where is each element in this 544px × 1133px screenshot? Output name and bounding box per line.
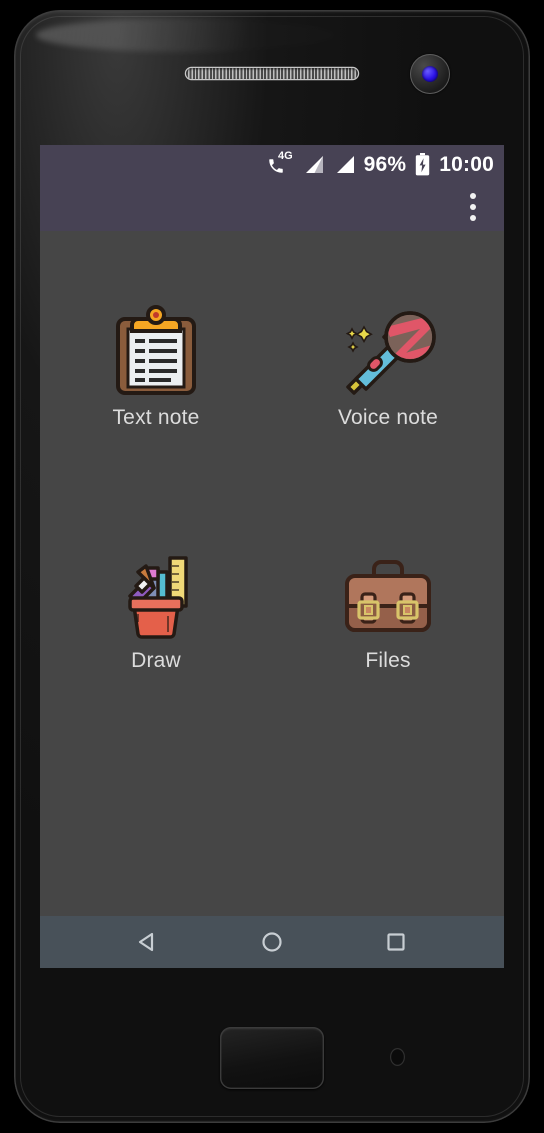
- tile-label: Voice note: [337, 406, 439, 429]
- status-bar: 4G 96% 10:00: [40, 145, 504, 183]
- note-type-grid: Text note Voice note Draw Files: [40, 303, 504, 671]
- camera-lens: [422, 66, 438, 82]
- signal-bars-icon: [305, 155, 323, 173]
- android-navigation-bar: [40, 916, 504, 968]
- earpiece-speaker: [186, 68, 358, 79]
- phone-4g-icon: 4G: [267, 150, 293, 175]
- briefcase-icon: [345, 560, 431, 632]
- front-camera: [410, 54, 450, 94]
- tile-label: Draw: [131, 649, 181, 672]
- bottom-sensor-hole: [390, 1048, 405, 1066]
- network-type-label: 4G: [277, 150, 293, 162]
- status-bar-items: 4G 96% 10:00: [267, 150, 494, 176]
- frame-gloss-highlight: [36, 18, 336, 52]
- microphone-icon: [345, 311, 436, 395]
- battery-percent-label: 96%: [363, 152, 407, 176]
- back-triangle-icon[interactable]: [126, 920, 170, 964]
- tile-files[interactable]: Files: [293, 546, 483, 671]
- clock-label: 10:00: [439, 152, 494, 176]
- tile-label: Files: [365, 649, 411, 672]
- home-circle-icon[interactable]: [250, 920, 294, 964]
- signal-bars-icon: [336, 155, 354, 173]
- overflow-menu-icon[interactable]: [460, 190, 486, 224]
- battery-charging-icon: [416, 152, 430, 175]
- physical-home-button[interactable]: [220, 1027, 324, 1089]
- clipboard-icon: [116, 305, 196, 395]
- pen-cup-icon: [128, 556, 188, 639]
- tile-label: Text note: [112, 406, 200, 429]
- app-bar: [40, 183, 504, 231]
- tile-voice-note[interactable]: Voice note: [293, 303, 483, 428]
- phone-screen: 4G 96% 10:00 Text note Voice note Draw F…: [40, 145, 504, 968]
- overflow-dot: [470, 204, 476, 210]
- tile-draw[interactable]: Draw: [61, 546, 251, 671]
- tile-text-note[interactable]: Text note: [61, 303, 251, 428]
- overflow-dot: [470, 193, 476, 199]
- app-content-area: Text note Voice note Draw Files: [40, 231, 504, 916]
- overflow-dot: [470, 215, 476, 221]
- recents-square-icon[interactable]: [374, 920, 418, 964]
